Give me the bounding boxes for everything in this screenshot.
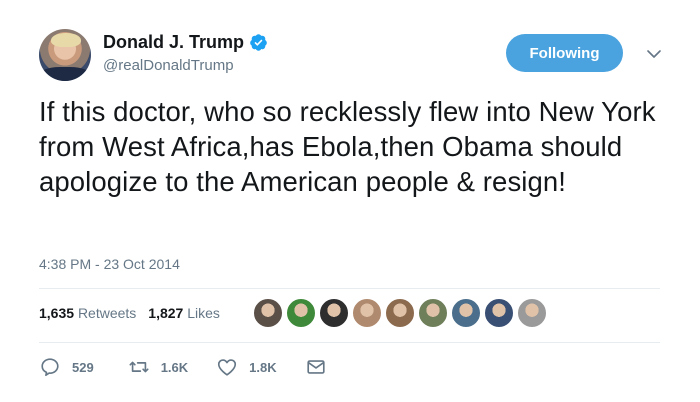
reply-count: 529 [72, 359, 94, 375]
reply-icon [41, 358, 59, 377]
liker-avatar[interactable] [451, 298, 481, 328]
retweets-label: Retweets [77, 305, 137, 321]
user-handle[interactable]: @realDonaldTrump [103, 57, 268, 74]
liker-avatar[interactable] [253, 298, 283, 328]
retweets-count: 1,635 [39, 305, 75, 321]
avatar[interactable] [39, 29, 91, 81]
retweet-count: 1.6K [160, 359, 189, 375]
liker-avatar[interactable] [286, 298, 316, 328]
likes-stat[interactable]: 1,827 Likes [148, 305, 220, 321]
retweet-button[interactable]: 1.6K [128, 356, 188, 378]
liker-avatar[interactable] [319, 298, 349, 328]
chevron-down-icon[interactable] [645, 45, 663, 63]
display-name-row[interactable]: Donald J. Trump [103, 32, 268, 53]
display-name[interactable]: Donald J. Trump [103, 32, 244, 53]
user-names: Donald J. Trump @realDonaldTrump [103, 32, 268, 74]
liker-avatar[interactable] [484, 298, 514, 328]
tweet-stats: 1,635 Retweets 1,827 Likes [39, 305, 220, 321]
verified-badge-icon [250, 34, 267, 51]
direct-message-button[interactable] [305, 356, 327, 378]
liker-avatar[interactable] [385, 298, 415, 328]
likes-label: Likes [187, 305, 220, 321]
tweet-header: Donald J. Trump @realDonaldTrump Followi… [39, 29, 679, 85]
retweet-icon [129, 361, 149, 373]
liker-avatars [253, 298, 550, 328]
retweets-stat[interactable]: 1,635 Retweets [39, 305, 136, 321]
tweet-timestamp[interactable]: 4:38 PM - 23 Oct 2014 [39, 256, 180, 272]
likes-count: 1,827 [148, 305, 184, 321]
liker-avatar[interactable] [352, 298, 382, 328]
heart-icon [218, 359, 237, 376]
divider [39, 342, 660, 343]
following-button[interactable]: Following [506, 34, 623, 72]
liker-avatar[interactable] [517, 298, 547, 328]
like-button[interactable]: 1.8K [216, 356, 277, 378]
reply-button[interactable]: 529 [39, 356, 94, 378]
tweet-text: If this doctor, who so recklessly flew i… [39, 96, 656, 197]
tweet-actions: 529 1.6K 1.8K [39, 356, 327, 378]
divider [39, 288, 660, 289]
liker-avatar[interactable] [418, 298, 448, 328]
envelope-icon [307, 360, 325, 374]
like-count: 1.8K [249, 359, 277, 375]
